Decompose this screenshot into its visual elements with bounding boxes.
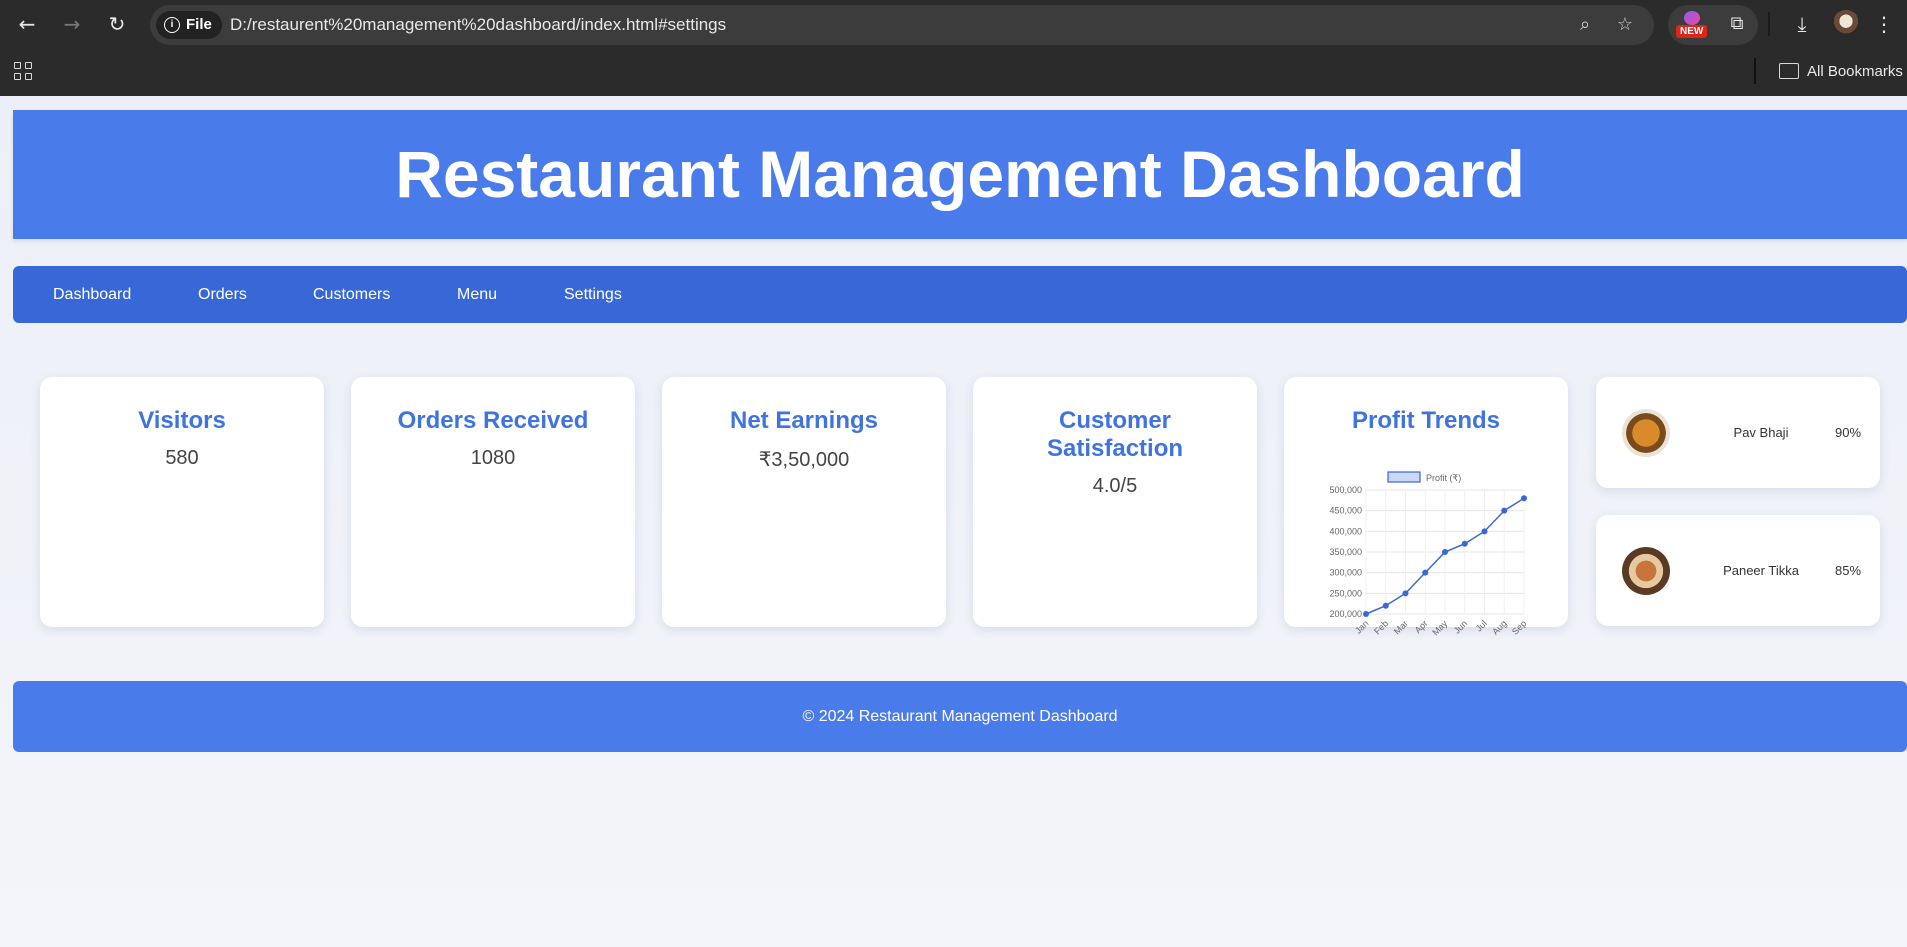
card-value: 4.0/5 <box>1092 475 1138 497</box>
nav-dashboard[interactable]: Dashboard <box>53 266 131 323</box>
card-title: Profit Trends <box>1351 407 1501 434</box>
card-value: 580 <box>165 447 199 469</box>
card-title: Orders Received <box>397 407 589 434</box>
data-point <box>1461 540 1468 547</box>
y-tick-label: 500,000 <box>1329 485 1362 495</box>
data-point <box>1402 590 1409 597</box>
new-badge: NEW <box>1676 25 1708 38</box>
site-info-chip[interactable]: i File <box>156 11 222 39</box>
page-title: Restaurant Management Dashboard <box>395 137 1525 211</box>
nav-customers[interactable]: Customers <box>313 266 390 323</box>
dish-name: Paneer Tikka <box>1723 563 1799 578</box>
x-tick-label: Apr <box>1413 618 1430 635</box>
dish-card-pav-bhaji: Pav Bhaji 90% <box>1596 377 1880 488</box>
folder-icon[interactable] <box>1779 63 1799 79</box>
card-value: 1080 <box>470 447 516 469</box>
dish-image <box>1622 409 1670 457</box>
reload-icon[interactable]: ↻ <box>103 10 131 38</box>
bookmarks-divider <box>1754 58 1756 84</box>
profile-avatar[interactable] <box>1832 10 1860 38</box>
y-tick-label: 250,000 <box>1329 588 1362 598</box>
legend-swatch <box>1387 471 1421 483</box>
dish-percent: 90% <box>1834 425 1862 440</box>
orders-card: Orders Received 1080 <box>351 377 635 627</box>
earnings-card: Net Earnings ₹3,50,000 <box>662 377 946 627</box>
x-tick-label: Mar <box>1392 618 1410 636</box>
x-tick-label: Jun <box>1452 618 1469 635</box>
dish-name: Pav Bhaji <box>1733 425 1789 440</box>
browser-toolbar: ← → ↻ i File D:/restaurent%20management%… <box>0 0 1907 48</box>
nav-menu[interactable]: Menu <box>457 266 497 323</box>
y-tick-label: 400,000 <box>1329 526 1362 536</box>
star-bookmark-icon[interactable]: ☆ <box>1613 13 1637 37</box>
data-point <box>1481 528 1488 535</box>
x-tick-label: Jan <box>1353 618 1370 635</box>
download-icon[interactable]: ⤓ <box>1788 10 1816 38</box>
extension-icon[interactable] <box>1684 11 1700 25</box>
page-body: Restaurant Management Dashboard Dashboar… <box>0 96 1907 947</box>
info-icon: i <box>164 17 180 33</box>
profit-trends-chart: Profit (₹) 500,000 450,000 400,000 350,000 30… <box>1329 471 1528 637</box>
nav-settings[interactable]: Settings <box>564 266 622 323</box>
apps-grid-icon[interactable] <box>14 62 32 80</box>
address-bar[interactable]: i File D:/restaurent%20management%20dash… <box>150 5 1654 45</box>
toolbar-divider <box>1768 12 1770 36</box>
card-title: Net Earnings <box>729 407 879 434</box>
y-tick-label: 450,000 <box>1329 506 1362 516</box>
menu-kebab-icon[interactable]: ⋮ <box>1870 10 1898 38</box>
x-tick-label: Jul <box>1474 618 1489 633</box>
data-point <box>1382 602 1389 609</box>
bookmarks-bar: All Bookmarks <box>0 48 1907 96</box>
forward-arrow-icon[interactable]: → <box>58 10 86 38</box>
extensions-pill: NEW ⧉ <box>1668 5 1758 45</box>
back-arrow-icon[interactable]: ← <box>13 10 41 38</box>
zoom-icon[interactable]: ⌕ <box>1573 13 1597 37</box>
page-header: Restaurant Management Dashboard <box>13 110 1907 239</box>
y-tick-label: 300,000 <box>1329 568 1362 578</box>
data-point <box>1422 569 1429 576</box>
all-bookmarks-label[interactable]: All Bookmarks <box>1807 48 1903 96</box>
legend-label: Profit (₹) <box>1426 473 1461 483</box>
dish-card-paneer-tikka: Paneer Tikka 85% <box>1596 515 1880 626</box>
data-point <box>1363 611 1369 617</box>
footer-text: © 2024 Restaurant Management Dashboard <box>802 708 1118 725</box>
card-value: ₹3,50,000 <box>758 449 850 471</box>
y-tick-label: 200,000 <box>1329 609 1362 619</box>
url-text[interactable]: D:/restaurent%20management%20dashboard/i… <box>230 5 726 45</box>
dish-image <box>1622 547 1670 595</box>
data-point <box>1442 549 1448 555</box>
x-tick-label: May <box>1430 618 1449 637</box>
page-footer: © 2024 Restaurant Management Dashboard <box>13 681 1907 752</box>
x-tick-label: Aug <box>1490 618 1508 636</box>
x-tick-label: Sep <box>1510 618 1528 636</box>
visitors-card: Visitors 580 <box>40 377 324 627</box>
data-point <box>1501 507 1508 514</box>
file-chip-label: File <box>186 16 212 33</box>
card-title: Customer Satisfaction <box>1046 407 1184 462</box>
nav-orders[interactable]: Orders <box>198 266 247 323</box>
puzzle-extensions-icon[interactable]: ⧉ <box>1726 13 1748 35</box>
dish-percent: 85% <box>1834 563 1862 578</box>
satisfaction-card: Customer Satisfaction 4.0/5 <box>973 377 1257 627</box>
card-title: Visitors <box>138 407 226 434</box>
main-nav: Dashboard Orders Customers Menu Settings <box>13 266 1907 323</box>
x-tick-label: Feb <box>1372 618 1390 636</box>
y-tick-label: 350,000 <box>1329 547 1362 557</box>
data-point <box>1521 495 1527 502</box>
